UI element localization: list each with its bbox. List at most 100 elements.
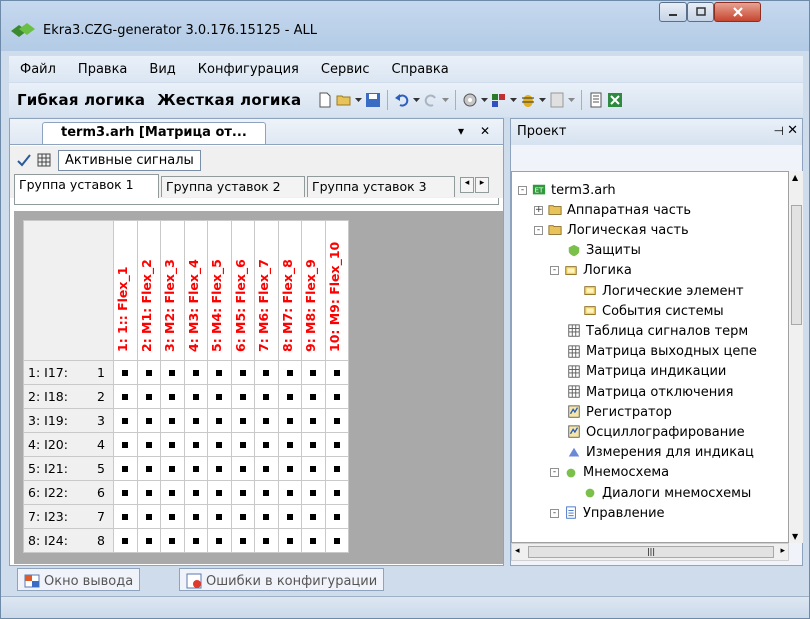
select-signals-icon[interactable] bbox=[16, 152, 32, 168]
tree-item[interactable]: + Аппаратная часть bbox=[534, 200, 691, 220]
column-header[interactable]: 6: M5: Flex_6 bbox=[230, 220, 255, 361]
matrix-cell[interactable] bbox=[254, 360, 279, 385]
row-header[interactable]: 4: I20: 4 bbox=[23, 432, 114, 457]
menu-service[interactable]: Сервис bbox=[310, 62, 381, 77]
gear-icon[interactable] bbox=[462, 92, 478, 108]
scroll-thumb[interactable] bbox=[791, 205, 802, 325]
tab-group-2[interactable]: Группа уставок 2 bbox=[161, 176, 305, 197]
maximize-button[interactable] bbox=[687, 2, 714, 22]
matrix-cell[interactable] bbox=[160, 360, 185, 385]
matrix-cell[interactable] bbox=[160, 504, 185, 529]
tree-item[interactable]: - Мнемосхема bbox=[550, 463, 669, 483]
column-header[interactable]: 5: M4: Flex_5 bbox=[207, 220, 232, 361]
tab-config-errors[interactable]: Ошибки в конфигурации bbox=[179, 568, 385, 591]
column-header[interactable]: 10: M9: Flex_10 bbox=[324, 220, 349, 361]
column-header[interactable]: 4: M3: Flex_4 bbox=[183, 220, 208, 361]
matrix-cell[interactable] bbox=[254, 384, 279, 409]
matrix-cell[interactable] bbox=[113, 480, 138, 505]
row-header[interactable]: 6: I22: 6 bbox=[23, 480, 114, 505]
matrix-cell[interactable] bbox=[207, 408, 232, 433]
collapse-icon[interactable]: - bbox=[534, 225, 543, 235]
menu-view[interactable]: Вид bbox=[138, 62, 186, 77]
matrix-cell[interactable] bbox=[301, 504, 326, 529]
matrix-cell[interactable] bbox=[160, 408, 185, 433]
row-header[interactable]: 7: I23: 7 bbox=[23, 504, 114, 529]
row-header[interactable]: 8: I24: 8 bbox=[23, 528, 114, 553]
tree-item[interactable]: - Управление bbox=[550, 503, 665, 523]
tree-item[interactable]: - Логика bbox=[550, 261, 632, 281]
chevron-down-icon[interactable] bbox=[442, 97, 450, 103]
tree-item[interactable]: - Логическая часть bbox=[534, 220, 689, 240]
redo-icon[interactable] bbox=[423, 92, 439, 108]
matrix-cell[interactable] bbox=[277, 408, 302, 433]
matrix-cell[interactable] bbox=[183, 456, 208, 481]
matrix-cell[interactable] bbox=[277, 528, 302, 553]
matrix-cell[interactable] bbox=[183, 480, 208, 505]
menu-help[interactable]: Справка bbox=[380, 62, 459, 77]
scroll-down-icon[interactable]: ▼ bbox=[792, 532, 798, 541]
matrix-cell[interactable] bbox=[113, 456, 138, 481]
expand-icon[interactable]: + bbox=[534, 205, 543, 215]
tree-item[interactable]: Матрица выходных цепе bbox=[566, 342, 757, 362]
matrix-cell[interactable] bbox=[183, 408, 208, 433]
scroll-left-icon[interactable]: ◂ bbox=[515, 546, 520, 556]
chevron-down-icon[interactable] bbox=[481, 97, 489, 103]
matrix-cell[interactable] bbox=[160, 480, 185, 505]
report-icon[interactable] bbox=[588, 92, 604, 108]
matrix-cell[interactable] bbox=[230, 456, 255, 481]
collapse-icon[interactable]: - bbox=[550, 468, 559, 478]
matrix-cell[interactable] bbox=[113, 360, 138, 385]
matrix-cell[interactable] bbox=[207, 384, 232, 409]
column-header[interactable]: 3: M2: Flex_3 bbox=[160, 220, 185, 361]
collapse-icon[interactable]: - bbox=[518, 185, 527, 195]
matrix-cell[interactable] bbox=[254, 504, 279, 529]
matrix-cell[interactable] bbox=[113, 384, 138, 409]
column-header[interactable]: 9: M8: Flex_9 bbox=[301, 220, 326, 361]
matrix-cell[interactable] bbox=[324, 408, 349, 433]
document-tab[interactable]: term3.arh [Матрица от... bbox=[42, 122, 266, 144]
tree-item[interactable]: Защиты bbox=[566, 241, 641, 261]
chevron-down-icon[interactable] bbox=[568, 97, 576, 103]
matrix-cell[interactable] bbox=[183, 432, 208, 457]
matrix-cell[interactable] bbox=[324, 384, 349, 409]
matrix-cell[interactable] bbox=[301, 408, 326, 433]
new-document-icon[interactable] bbox=[317, 92, 333, 108]
matrix-cell[interactable] bbox=[136, 408, 161, 433]
flex-logic-button[interactable]: Гибкая логика bbox=[13, 91, 149, 109]
pane-dropdown-icon[interactable]: ▾ bbox=[458, 124, 464, 138]
tree-item[interactable]: Логические элемент bbox=[582, 281, 744, 301]
matrix-cell[interactable] bbox=[230, 528, 255, 553]
matrix-cell[interactable] bbox=[230, 360, 255, 385]
matrix-cell[interactable] bbox=[301, 384, 326, 409]
matrix-cell[interactable] bbox=[207, 504, 232, 529]
pin-icon[interactable]: ⊣ bbox=[774, 124, 784, 138]
matrix-cell[interactable] bbox=[136, 480, 161, 505]
matrix-cell[interactable] bbox=[254, 456, 279, 481]
matrix-cell[interactable] bbox=[277, 384, 302, 409]
matrix-cell[interactable] bbox=[207, 432, 232, 457]
row-header[interactable]: 5: I21: 5 bbox=[23, 456, 114, 481]
matrix-cell[interactable] bbox=[136, 504, 161, 529]
excel-icon[interactable] bbox=[607, 92, 623, 108]
build-icon[interactable] bbox=[491, 92, 507, 108]
tree-item[interactable]: Регистратор bbox=[566, 402, 672, 422]
hscroll-thumb[interactable]: ||| bbox=[528, 546, 774, 558]
grid-icon[interactable] bbox=[36, 152, 52, 168]
matrix-cell[interactable] bbox=[113, 528, 138, 553]
matrix-cell[interactable] bbox=[113, 504, 138, 529]
matrix-cell[interactable] bbox=[324, 456, 349, 481]
scroll-up-icon[interactable]: ▲ bbox=[792, 173, 798, 182]
matrix-cell[interactable] bbox=[301, 528, 326, 553]
matrix-cell[interactable] bbox=[254, 528, 279, 553]
chevron-down-icon[interactable] bbox=[539, 97, 547, 103]
close-icon[interactable]: ✕ bbox=[787, 123, 798, 138]
matrix-cell[interactable] bbox=[254, 432, 279, 457]
pane-close-icon[interactable]: ✕ bbox=[480, 124, 490, 138]
matrix-cell[interactable] bbox=[183, 504, 208, 529]
matrix-cell[interactable] bbox=[277, 480, 302, 505]
active-signals-button[interactable]: Активные сигналы bbox=[58, 149, 201, 171]
tab-group-3[interactable]: Группа уставок 3 bbox=[307, 176, 455, 197]
matrix-cell[interactable] bbox=[160, 432, 185, 457]
matrix-cell[interactable] bbox=[207, 360, 232, 385]
tab-output-window[interactable]: Окно вывода bbox=[17, 568, 141, 591]
